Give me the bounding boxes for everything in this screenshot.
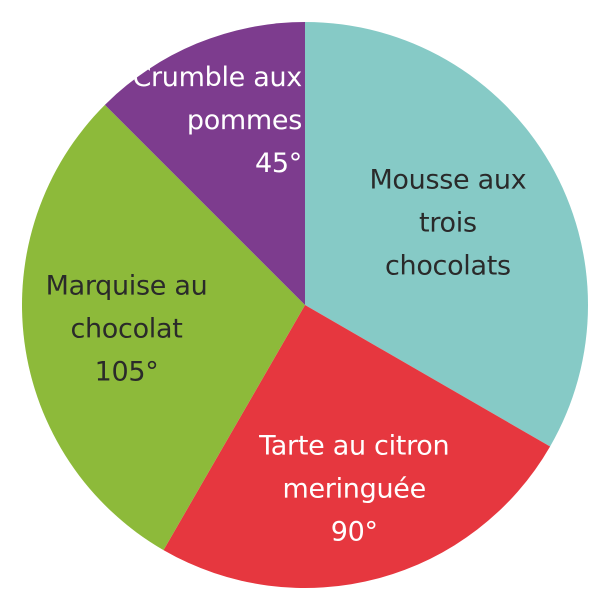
pie-label-line: chocolat — [70, 314, 182, 345]
pie-label-line: meringuée — [282, 474, 425, 505]
pie-value-label: 90° — [331, 517, 378, 548]
pie-chart: Mousse aux trois chocolats Tarte au citron m… — [21, 22, 589, 589]
pie-label-line: trois — [419, 208, 477, 239]
pie-value-label: 105° — [95, 357, 159, 388]
pie-value-label: 45° — [255, 148, 302, 179]
pie-label-line: Mousse aux — [369, 165, 526, 196]
pie-label-line: chocolats — [385, 251, 511, 282]
pie-label-line: Tarte au citron — [258, 431, 449, 462]
pie-label-line: Marquise au — [46, 271, 208, 302]
pie-label-line: Crumble aux — [132, 62, 302, 93]
pie-label-line: pommes — [187, 105, 302, 136]
